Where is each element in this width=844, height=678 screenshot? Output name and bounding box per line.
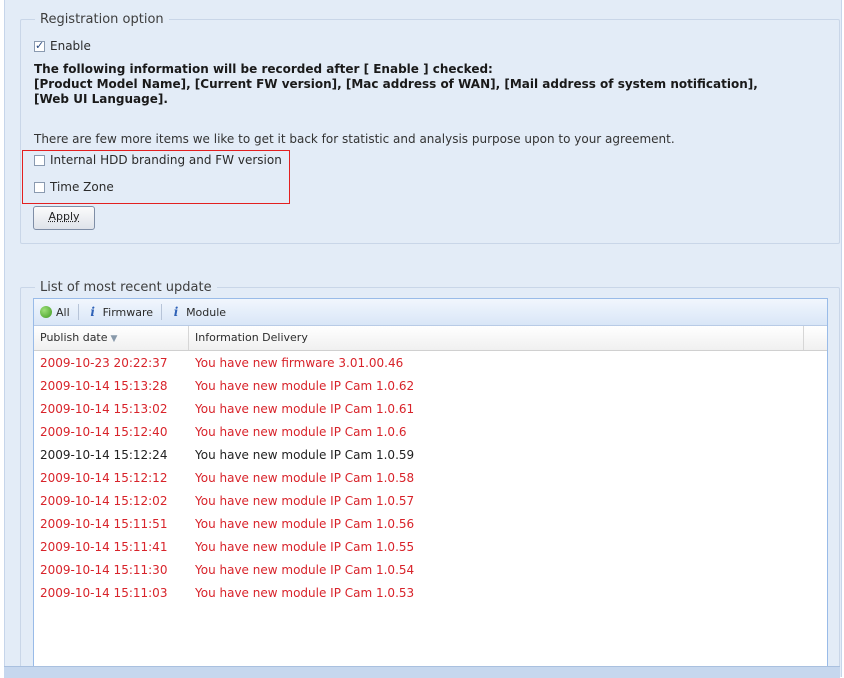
apply-button[interactable]: Apply (33, 206, 95, 230)
table-row[interactable]: 2009-10-14 15:11:51 You have new module I… (34, 512, 827, 535)
information-cell: You have new module IP Cam 1.0.58 (195, 470, 415, 485)
information-delivery-header-label: Information Delivery (195, 331, 308, 344)
table-row[interactable]: 2009-10-23 20:22:37 You have new firmware… (34, 351, 827, 374)
sort-desc-icon: ▼ (110, 334, 118, 344)
registration-legend: Registration option (40, 12, 164, 27)
information-cell: You have new firmware 3.01.00.46 (195, 355, 404, 370)
publish-date-cell: 2009-10-14 15:12:02 (40, 493, 168, 508)
grid-body: 2009-10-23 20:22:37 You have new firmware… (34, 351, 827, 604)
grid-header: Publish date ▼ Information Delivery (34, 326, 827, 351)
table-row[interactable]: 2009-10-14 15:11:41 You have new module I… (34, 535, 827, 558)
filter-firmware-button[interactable]: i Firmware (87, 306, 153, 319)
publish-date-cell: 2009-10-14 15:11:03 (40, 585, 168, 600)
time-zone-checkbox[interactable] (34, 182, 45, 193)
column-header-information-delivery[interactable]: Information Delivery (189, 326, 804, 350)
information-cell: You have new module IP Cam 1.0.61 (195, 401, 415, 416)
table-row[interactable]: 2009-10-14 15:13:02 You have new module I… (34, 397, 827, 420)
information-cell: You have new module IP Cam 1.0.53 (195, 585, 415, 600)
grid-toolbar: All i Firmware i Module (34, 299, 827, 326)
table-row[interactable]: 2009-10-14 15:12:40 You have new module I… (34, 420, 827, 443)
publish-date-cell: 2009-10-14 15:12:40 (40, 424, 168, 439)
table-row[interactable]: 2009-10-14 15:11:03 You have new module I… (34, 581, 827, 604)
add-icon (40, 306, 52, 318)
info-line-3: [Web UI Language]. (34, 92, 168, 106)
information-cell: You have new module IP Cam 1.0.54 (195, 562, 415, 577)
table-row[interactable]: 2009-10-14 15:11:30 You have new module I… (34, 558, 827, 581)
information-cell: You have new module IP Cam 1.0.62 (195, 378, 415, 393)
publish-date-header-label: Publish date (40, 331, 108, 344)
publish-date-cell: 2009-10-14 15:13:28 (40, 378, 168, 393)
apply-button-label: Apply (48, 210, 80, 223)
information-cell: You have new module IP Cam 1.0.6 (195, 424, 407, 439)
enable-checkbox[interactable] (34, 39, 45, 52)
filter-module-label: Module (186, 305, 227, 319)
time-zone-label: Time Zone (50, 180, 114, 194)
enable-label: Enable (50, 39, 91, 53)
table-row[interactable]: 2009-10-14 15:12:12 You have new module I… (34, 466, 827, 489)
filter-all-label: All (56, 305, 70, 319)
publish-date-cell: 2009-10-14 15:11:30 (40, 562, 168, 577)
publish-date-cell: 2009-10-14 15:11:51 (40, 516, 168, 531)
publish-date-cell: 2009-10-23 20:22:37 (40, 355, 168, 370)
information-cell: You have new module IP Cam 1.0.56 (195, 516, 415, 531)
filter-module-button[interactable]: i Module (170, 306, 226, 319)
column-header-publish-date[interactable]: Publish date ▼ (34, 326, 189, 350)
info-line-2: [Product Model Name], [Current FW versio… (34, 77, 758, 91)
hdd-branding-label: Internal HDD branding and FW version (50, 153, 282, 167)
toolbar-separator (161, 304, 163, 320)
information-cell: You have new module IP Cam 1.0.57 (195, 493, 415, 508)
registration-option-group: Registration option (20, 12, 840, 244)
information-cell: You have new module IP Cam 1.0.55 (195, 539, 415, 554)
publish-date-cell: 2009-10-14 15:12:24 (40, 447, 168, 462)
table-row[interactable]: 2009-10-14 15:12:24 You have new module I… (34, 443, 827, 466)
publish-date-cell: 2009-10-14 15:12:12 (40, 470, 168, 485)
toolbar-separator (77, 304, 79, 320)
publish-date-cell: 2009-10-14 15:11:41 (40, 539, 168, 554)
filter-firmware-label: Firmware (102, 305, 154, 319)
filter-all-button[interactable]: All (40, 306, 70, 319)
table-row[interactable]: 2009-10-14 15:13:28 You have new module I… (34, 374, 827, 397)
info-icon: i (90, 305, 95, 319)
information-cell: You have new module IP Cam 1.0.59 (195, 447, 415, 462)
update-list-grid: All i Firmware i Module Publish date ▼ In… (33, 298, 828, 668)
bottom-scroll-bar (4, 666, 840, 678)
publish-date-cell: 2009-10-14 15:13:02 (40, 401, 168, 416)
extra-info-text: There are few more items we like to get … (34, 132, 675, 146)
table-row[interactable]: 2009-10-14 15:12:02 You have new module I… (34, 489, 827, 512)
hdd-branding-checkbox[interactable] (34, 155, 45, 166)
updates-legend: List of most recent update (40, 280, 212, 295)
info-icon: i (173, 305, 179, 319)
info-line-1: The following information will be record… (34, 62, 493, 76)
